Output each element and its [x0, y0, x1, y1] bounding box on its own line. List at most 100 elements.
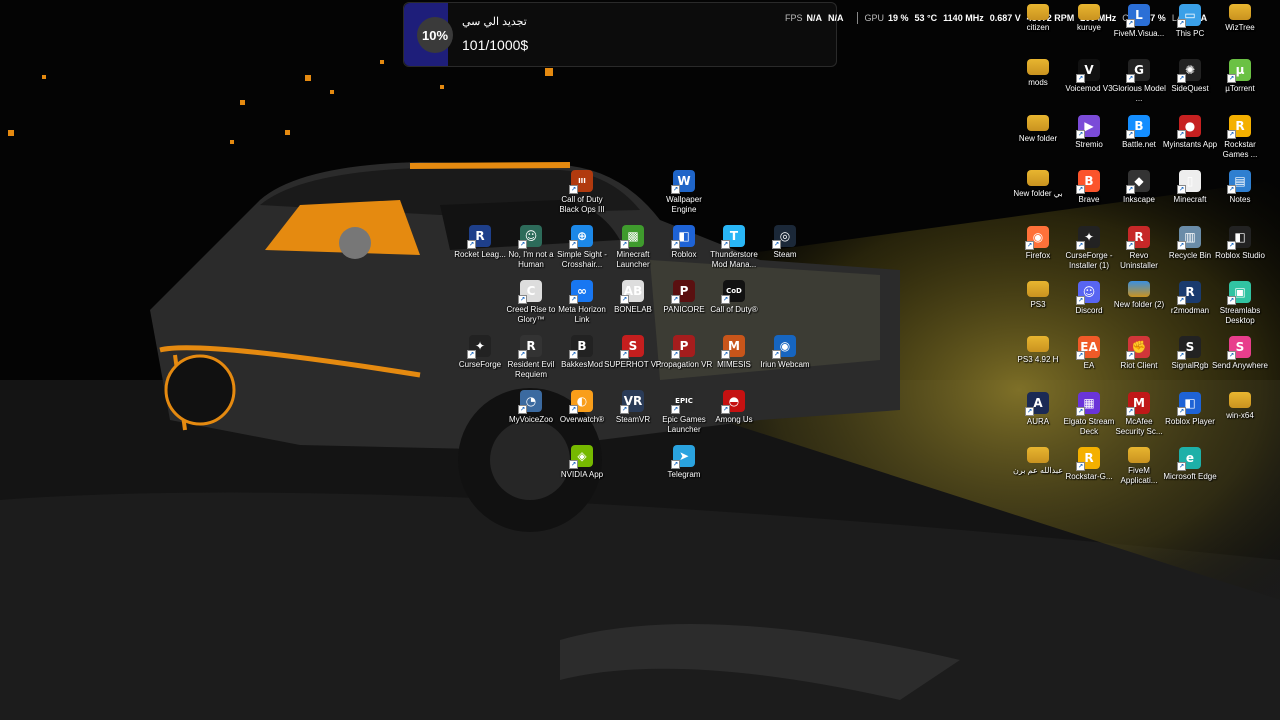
desktop-icon[interactable]: R ↗ Resident Evil Requiem: [504, 335, 558, 380]
desktop-icon[interactable]: R ↗ r2modman: [1163, 281, 1217, 316]
app-icon: µ ↗: [1227, 59, 1251, 84]
desktop-icon[interactable]: ● ↗ Myinstants App: [1163, 114, 1217, 150]
desktop-icon[interactable]: عبدالله عم برن: [1011, 447, 1065, 476]
desktop-icon[interactable]: R ↗ Rockstar Games ...: [1213, 114, 1267, 160]
desktop-icon[interactable]: T ↗ Thunderstore Mod Mana...: [707, 225, 761, 270]
desktop-icon[interactable]: New folder بي: [1011, 170, 1065, 199]
desktop-icon[interactable]: kuruye: [1062, 4, 1116, 33]
desktop-icon[interactable]: P ↗ Propagation VR: [656, 335, 712, 370]
desktop-icon[interactable]: ✺ ↗ SideQuest: [1163, 59, 1217, 94]
desktop-icon[interactable]: B ↗ Brave: [1062, 170, 1116, 205]
app-icon: ☺ ↗: [518, 225, 542, 249]
desktop-icon[interactable]: ▦ ↗ Elgato Stream Deck: [1062, 391, 1116, 437]
desktop-icon[interactable]: AB ↗ BONELAB: [606, 280, 660, 315]
desktop-icon[interactable]: ◉ ↗ Iriun Webcam: [758, 335, 812, 370]
desktop-icon[interactable]: VR ↗ SteamVR: [606, 390, 660, 425]
desktop-icon[interactable]: V ↗ Voicemod V3: [1062, 59, 1116, 94]
desktop-icon[interactable]: µ ↗ µTorrent: [1213, 59, 1267, 94]
desktop-icon-label: WizTree: [1225, 23, 1255, 32]
shortcut-arrow-icon: ↗: [721, 405, 730, 414]
desktop-icon[interactable]: New folder: [1011, 114, 1065, 144]
desktop-icon[interactable]: M ↗ McAfee Security Sc...: [1112, 391, 1166, 437]
desktop-icon[interactable]: ◐ ↗ Overwatch®: [555, 390, 609, 425]
desktop-icon[interactable]: ∞ ↗ Meta Horizon Link: [555, 280, 609, 325]
fps-value: N/A: [806, 13, 823, 23]
desktop-icon[interactable]: M ↗ MIMESIS: [707, 335, 761, 370]
desktop-icon[interactable]: ☺ ↗ Discord: [1062, 281, 1116, 316]
desktop-icon[interactable]: WizTree: [1213, 4, 1267, 33]
shortcut-arrow-icon: ↗: [467, 350, 476, 359]
folder-icon: [1027, 114, 1049, 131]
shortcut-arrow-icon: ↗: [569, 240, 578, 249]
desktop-icon[interactable]: W ↗ Wallpaper Engine: [657, 170, 711, 215]
desktop-icon[interactable]: ◧ ↗ Roblox Studio: [1213, 225, 1267, 261]
desktop-icon[interactable]: ◎ ↗ Steam: [758, 225, 812, 260]
desktop-icon[interactable]: A ↗ AURA: [1011, 391, 1065, 427]
desktop-icon-label: µTorrent: [1225, 84, 1255, 94]
desktop-icon[interactable]: ▯ ↗ Minecraft: [1163, 170, 1217, 205]
shortcut-arrow-icon: ↗: [1126, 129, 1135, 139]
desktop-icon[interactable]: ▭ ↗ This PC: [1163, 4, 1217, 39]
desktop-icon[interactable]: EA ↗ EA: [1062, 336, 1116, 371]
desktop-icon[interactable]: ◧ ↗ Roblox: [657, 225, 711, 260]
desktop-icon[interactable]: ◧ ↗ Roblox Player: [1163, 391, 1217, 427]
app-icon: M ↗: [1126, 391, 1150, 416]
desktop-icon-label: Overwatch®: [559, 415, 605, 424]
app-icon: ◓ ↗: [721, 390, 745, 414]
desktop-icon[interactable]: citizen: [1011, 4, 1065, 33]
desktop-icon[interactable]: mods: [1011, 59, 1065, 88]
desktop-icon[interactable]: ◈ ↗ NVIDIA App: [555, 445, 609, 480]
desktop-icon[interactable]: ▤ ↗ Notes: [1213, 170, 1267, 205]
desktop-icon[interactable]: New folder (2): [1112, 281, 1166, 310]
desktop-icon[interactable]: ➤ ↗ Telegram: [657, 445, 711, 480]
shortcut-arrow-icon: ↗: [1126, 74, 1135, 84]
shortcut-arrow-icon: ↗: [1076, 240, 1085, 250]
desktop-icon[interactable]: C ↗ Creed Rise to Glory™: [504, 280, 558, 325]
desktop-icon[interactable]: ▣ ↗ Streamlabs Desktop: [1213, 281, 1267, 326]
desktop-icon[interactable]: R ↗ Rocket Leag...: [453, 225, 507, 260]
desktop-icon[interactable]: FiveM Applicati...: [1112, 447, 1166, 486]
desktop-icon[interactable]: L ↗ FiveM.Visua...: [1112, 4, 1166, 39]
desktop-icon[interactable]: ✦ ↗ CurseForge - Installer (1): [1062, 225, 1116, 271]
desktop-icon[interactable]: S ↗ SignalRgb: [1163, 336, 1217, 371]
shortcut-arrow-icon: ↗: [1177, 462, 1186, 472]
desktop-icon[interactable]: S ↗ Send Anywhere: [1212, 336, 1268, 371]
desktop-icon[interactable]: e ↗ Microsoft Edge: [1163, 447, 1217, 482]
shortcut-arrow-icon: ↗: [1177, 185, 1186, 195]
desktop-icon[interactable]: III ↗ Call of Duty Black Ops III: [555, 170, 609, 215]
shortcut-arrow-icon: ↗: [518, 350, 527, 359]
shortcut-arrow-icon: ↗: [1177, 240, 1186, 250]
desktop-icon[interactable]: ☺ ↗ No, I'm not a Human: [504, 225, 558, 270]
desktop-icon[interactable]: P ↗ PANICORE: [657, 280, 711, 315]
desktop-icon[interactable]: B ↗ Battle.net: [1112, 114, 1166, 150]
desktop-icon[interactable]: ◉ ↗ Firefox: [1011, 225, 1065, 261]
desktop-icon[interactable]: S ↗ SUPERHOT VR: [604, 335, 662, 370]
folder-icon: [1027, 59, 1049, 76]
desktop-icon[interactable]: ✦ ↗ CurseForge: [453, 335, 507, 370]
app-icon: B ↗: [1076, 170, 1100, 195]
desktop-icon-label: عبدالله عم برن: [1012, 466, 1064, 476]
gpu-load: 19 %: [888, 13, 909, 23]
desktop-icon[interactable]: ▥ ↗ Recycle Bin: [1163, 225, 1217, 261]
desktop-icon[interactable]: ◓ ↗ Among Us: [707, 390, 761, 425]
desktop-icon[interactable]: win-x64: [1213, 391, 1267, 421]
desktop-icon-label: Iriun Webcam: [760, 360, 810, 369]
desktop-icon-label: citizen: [1026, 23, 1050, 32]
desktop-icon[interactable]: ◆ ↗ Inkscape: [1112, 170, 1166, 205]
desktop-icon[interactable]: R ↗ Revo Uninstaller: [1112, 225, 1166, 271]
desktop-icon[interactable]: R ↗ Rockstar-G...: [1062, 447, 1116, 482]
desktop-icon[interactable]: G ↗ Glorious Model ...: [1112, 59, 1166, 104]
fps-label: FPS: [785, 13, 803, 23]
desktop-icon[interactable]: ▩ ↗ Minecraft Launcher: [606, 225, 660, 270]
desktop-icon[interactable]: PS3 4.92 H: [1011, 336, 1065, 365]
desktop-icon[interactable]: ✊ ↗ Riot Client: [1112, 336, 1166, 371]
desktop-icon[interactable]: CoD ↗ Call of Duty®: [707, 280, 761, 315]
folder-icon: [1229, 391, 1251, 408]
shortcut-arrow-icon: ↗: [1227, 351, 1236, 361]
desktop-icon[interactable]: ⊕ ↗ Simple Sight - Crosshair...: [555, 225, 609, 270]
desktop-icon[interactable]: ◔ ↗ MyVoiceZoo: [504, 390, 558, 425]
desktop-icon[interactable]: ▶ ↗ Stremio: [1062, 114, 1116, 150]
desktop-icon[interactable]: PS3: [1011, 281, 1065, 310]
desktop-icon[interactable]: B ↗ BakkesMod: [555, 335, 609, 370]
desktop-icon[interactable]: EPIC ↗ Epic Games Launcher: [657, 390, 711, 435]
